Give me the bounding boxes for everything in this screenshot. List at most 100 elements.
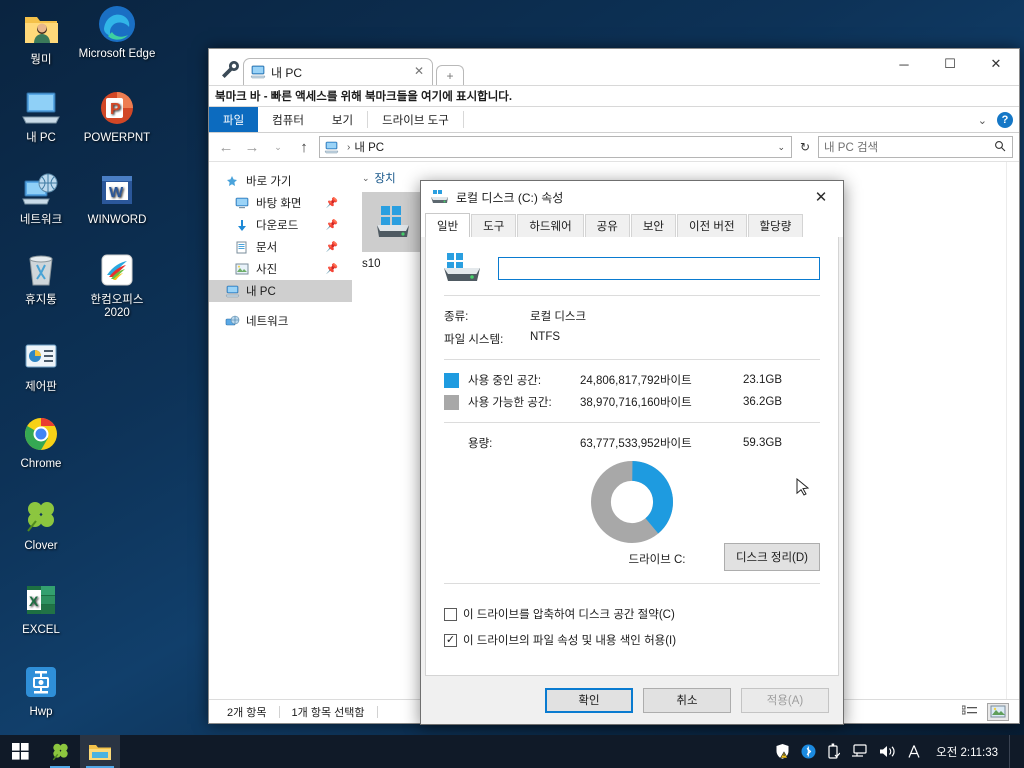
mouse-cursor bbox=[796, 477, 810, 503]
control-panel-icon bbox=[2, 335, 80, 379]
sidebar-item-quick-access[interactable]: 바로 가기 bbox=[209, 170, 352, 192]
svg-text:X: X bbox=[29, 593, 39, 609]
cancel-button[interactable]: 취소 bbox=[643, 687, 731, 713]
sidebar-item-label: 문서 bbox=[256, 242, 278, 254]
new-tab-button[interactable]: + bbox=[436, 65, 464, 85]
help-icon[interactable]: ? bbox=[997, 112, 1013, 128]
desktop-icon-10[interactable]: Clover bbox=[2, 494, 80, 553]
pin-icon[interactable]: 📌 bbox=[326, 242, 338, 253]
back-button[interactable]: ← bbox=[215, 139, 237, 156]
volume-name-input[interactable] bbox=[498, 256, 820, 280]
start-button[interactable] bbox=[0, 735, 40, 768]
tab-general[interactable]: 일반 bbox=[425, 213, 471, 237]
content-scrollbar[interactable] bbox=[1006, 162, 1019, 699]
desktop-icon-11[interactable]: X EXCEL bbox=[2, 578, 80, 637]
ribbon-tab-file[interactable]: 파일 bbox=[209, 107, 259, 132]
free-space-gb: 36.2GB bbox=[743, 396, 782, 408]
close-button[interactable]: ✕ bbox=[973, 49, 1019, 79]
desktop: 뭥미 Microsoft Edge 내 PC P POWERPNT 네트워크 W… bbox=[0, 0, 210, 735]
usage-row-used: 사용 중인 공간: 24,806,817,792바이트 23.1GB bbox=[444, 372, 820, 388]
sidebar-item-network[interactable]: 네트워크 bbox=[209, 310, 352, 332]
tab-sharing[interactable]: 공유 bbox=[584, 214, 630, 237]
pin-icon[interactable]: 📌 bbox=[326, 220, 338, 231]
desktop-icon-5[interactable]: W WINWORD bbox=[78, 168, 156, 227]
sidebar-item-label: 다운로드 bbox=[256, 220, 299, 232]
pictures-icon bbox=[235, 263, 253, 275]
sidebar-item-desktop[interactable]: 바탕 화면 📌 bbox=[209, 192, 352, 214]
wrench-icon[interactable] bbox=[219, 59, 241, 79]
hwp-icon bbox=[2, 660, 80, 704]
desktop-icon-3[interactable]: P POWERPNT bbox=[78, 86, 156, 145]
pin-icon[interactable]: 📌 bbox=[326, 198, 338, 209]
ribbon-tab-computer[interactable]: 컴퓨터 bbox=[258, 107, 318, 132]
desktop-icon-1[interactable]: Microsoft Edge bbox=[78, 2, 156, 61]
desktop-icon-0[interactable]: 뭥미 bbox=[2, 8, 80, 67]
desktop-icon-2[interactable]: 내 PC bbox=[2, 86, 80, 145]
drive-tile-local-disk[interactable] bbox=[362, 192, 424, 252]
info-row-type: 종류: 로컬 디스크 bbox=[444, 308, 820, 324]
ribbon-tab-view[interactable]: 보기 bbox=[318, 107, 367, 132]
desktop-icon-6[interactable]: 휴지통 bbox=[2, 248, 80, 307]
local-disk-icon bbox=[444, 253, 482, 283]
sidebar-item-pictures[interactable]: 사진 📌 bbox=[209, 258, 352, 280]
explorer-tab-my-pc[interactable]: 내 PC ✕ bbox=[243, 58, 433, 85]
ime-language-icon[interactable] bbox=[907, 744, 921, 759]
tab-security[interactable]: 보안 bbox=[630, 214, 677, 237]
hancom-office-icon bbox=[78, 248, 156, 292]
desktop-icon-9[interactable]: Chrome bbox=[2, 412, 80, 471]
sidebar-item-documents[interactable]: 문서 📌 bbox=[209, 236, 352, 258]
capacity-label: 용량: bbox=[468, 438, 493, 450]
desktop-icon-8[interactable]: 제어판 bbox=[2, 335, 80, 394]
tab-previous-versions[interactable]: 이전 버전 bbox=[677, 214, 747, 237]
tab-quota[interactable]: 할당량 bbox=[747, 214, 804, 237]
compress-checkbox[interactable]: ✓ bbox=[444, 607, 457, 621]
ribbon-separator bbox=[462, 111, 464, 128]
sidebar-item-label: 바탕 화면 bbox=[256, 198, 302, 210]
search-box[interactable]: 내 PC 검색 bbox=[818, 136, 1013, 158]
tab-tools[interactable]: 도구 bbox=[471, 214, 517, 237]
pin-icon[interactable]: 📌 bbox=[326, 264, 338, 275]
dialog-close-button[interactable]: ✕ bbox=[799, 181, 843, 213]
network-icon[interactable] bbox=[851, 744, 868, 759]
large-icons-view-button[interactable] bbox=[987, 702, 1009, 721]
bluetooth-icon[interactable] bbox=[801, 744, 816, 759]
volume-icon[interactable] bbox=[879, 744, 896, 759]
sidebar-item-downloads[interactable]: 다운로드 📌 bbox=[209, 214, 352, 236]
maximize-button[interactable]: ☐ bbox=[927, 49, 973, 79]
ribbon-tab-drive-tools[interactable]: 드라이브 도구 bbox=[368, 107, 463, 132]
usb-safely-remove-icon[interactable] bbox=[827, 743, 841, 760]
minimize-button[interactable]: ─ bbox=[881, 49, 927, 79]
address-path-box[interactable]: › 내 PC ⌄ bbox=[319, 136, 792, 158]
chevron-down-icon[interactable]: ⌄ bbox=[978, 114, 987, 127]
index-checkbox[interactable]: ✓ bbox=[444, 633, 457, 647]
checkbox-row-compress[interactable]: ✓ 이 드라이브를 압축하여 디스크 공간 절약(C) bbox=[444, 606, 820, 622]
taskbar-file-explorer-button[interactable] bbox=[80, 735, 120, 768]
sidebar-item-my-pc[interactable]: 내 PC bbox=[209, 280, 352, 302]
tab-hardware[interactable]: 하드웨어 bbox=[517, 214, 584, 237]
desktop-icon-7[interactable]: 한컴오피스 2020 bbox=[78, 248, 156, 320]
used-space-gb: 23.1GB bbox=[743, 374, 782, 386]
capacity-row: 용량: 63,777,533,952바이트 59.3GB bbox=[444, 435, 820, 451]
refresh-button[interactable]: ↻ bbox=[796, 140, 814, 154]
recent-locations-button[interactable]: ⌄ bbox=[267, 142, 289, 153]
show-desktop-button[interactable] bbox=[1009, 735, 1016, 768]
up-button[interactable]: ↑ bbox=[293, 139, 315, 156]
taskbar-clover-button[interactable] bbox=[40, 735, 80, 768]
forward-button[interactable]: → bbox=[241, 139, 263, 156]
desktop-icon-12[interactable]: Hwp bbox=[2, 660, 80, 719]
dialog-title-bar[interactable]: 로컬 디스크 (C:) 속성 ✕ bbox=[421, 181, 843, 213]
taskbar-clock[interactable]: 오전 2:11:33 bbox=[936, 744, 998, 760]
close-icon[interactable]: ✕ bbox=[414, 64, 424, 78]
chevron-down-icon[interactable]: ⌄ bbox=[777, 142, 785, 153]
details-view-button[interactable] bbox=[959, 703, 981, 721]
chevron-down-icon[interactable]: ⌄ bbox=[362, 173, 370, 184]
desktop-icon-4[interactable]: 네트워크 bbox=[2, 168, 80, 227]
bookmark-bar[interactable]: 북마크 바 - 빠른 액세스를 위해 북마크들을 여기에 표시합니다. bbox=[209, 85, 1019, 107]
explorer-title-bar[interactable]: 내 PC ✕ + ─ ☐ ✕ bbox=[209, 49, 1019, 85]
security-shield-warning-icon[interactable] bbox=[775, 743, 790, 760]
search-icon bbox=[994, 140, 1006, 155]
disk-cleanup-button[interactable]: 디스크 정리(D) bbox=[723, 543, 820, 571]
breadcrumb-my-pc[interactable]: 내 PC bbox=[354, 139, 384, 155]
checkbox-row-index[interactable]: ✓ 이 드라이브의 파일 속성 및 내용 색인 허용(I) bbox=[444, 632, 820, 648]
ok-button[interactable]: 확인 bbox=[545, 687, 633, 713]
